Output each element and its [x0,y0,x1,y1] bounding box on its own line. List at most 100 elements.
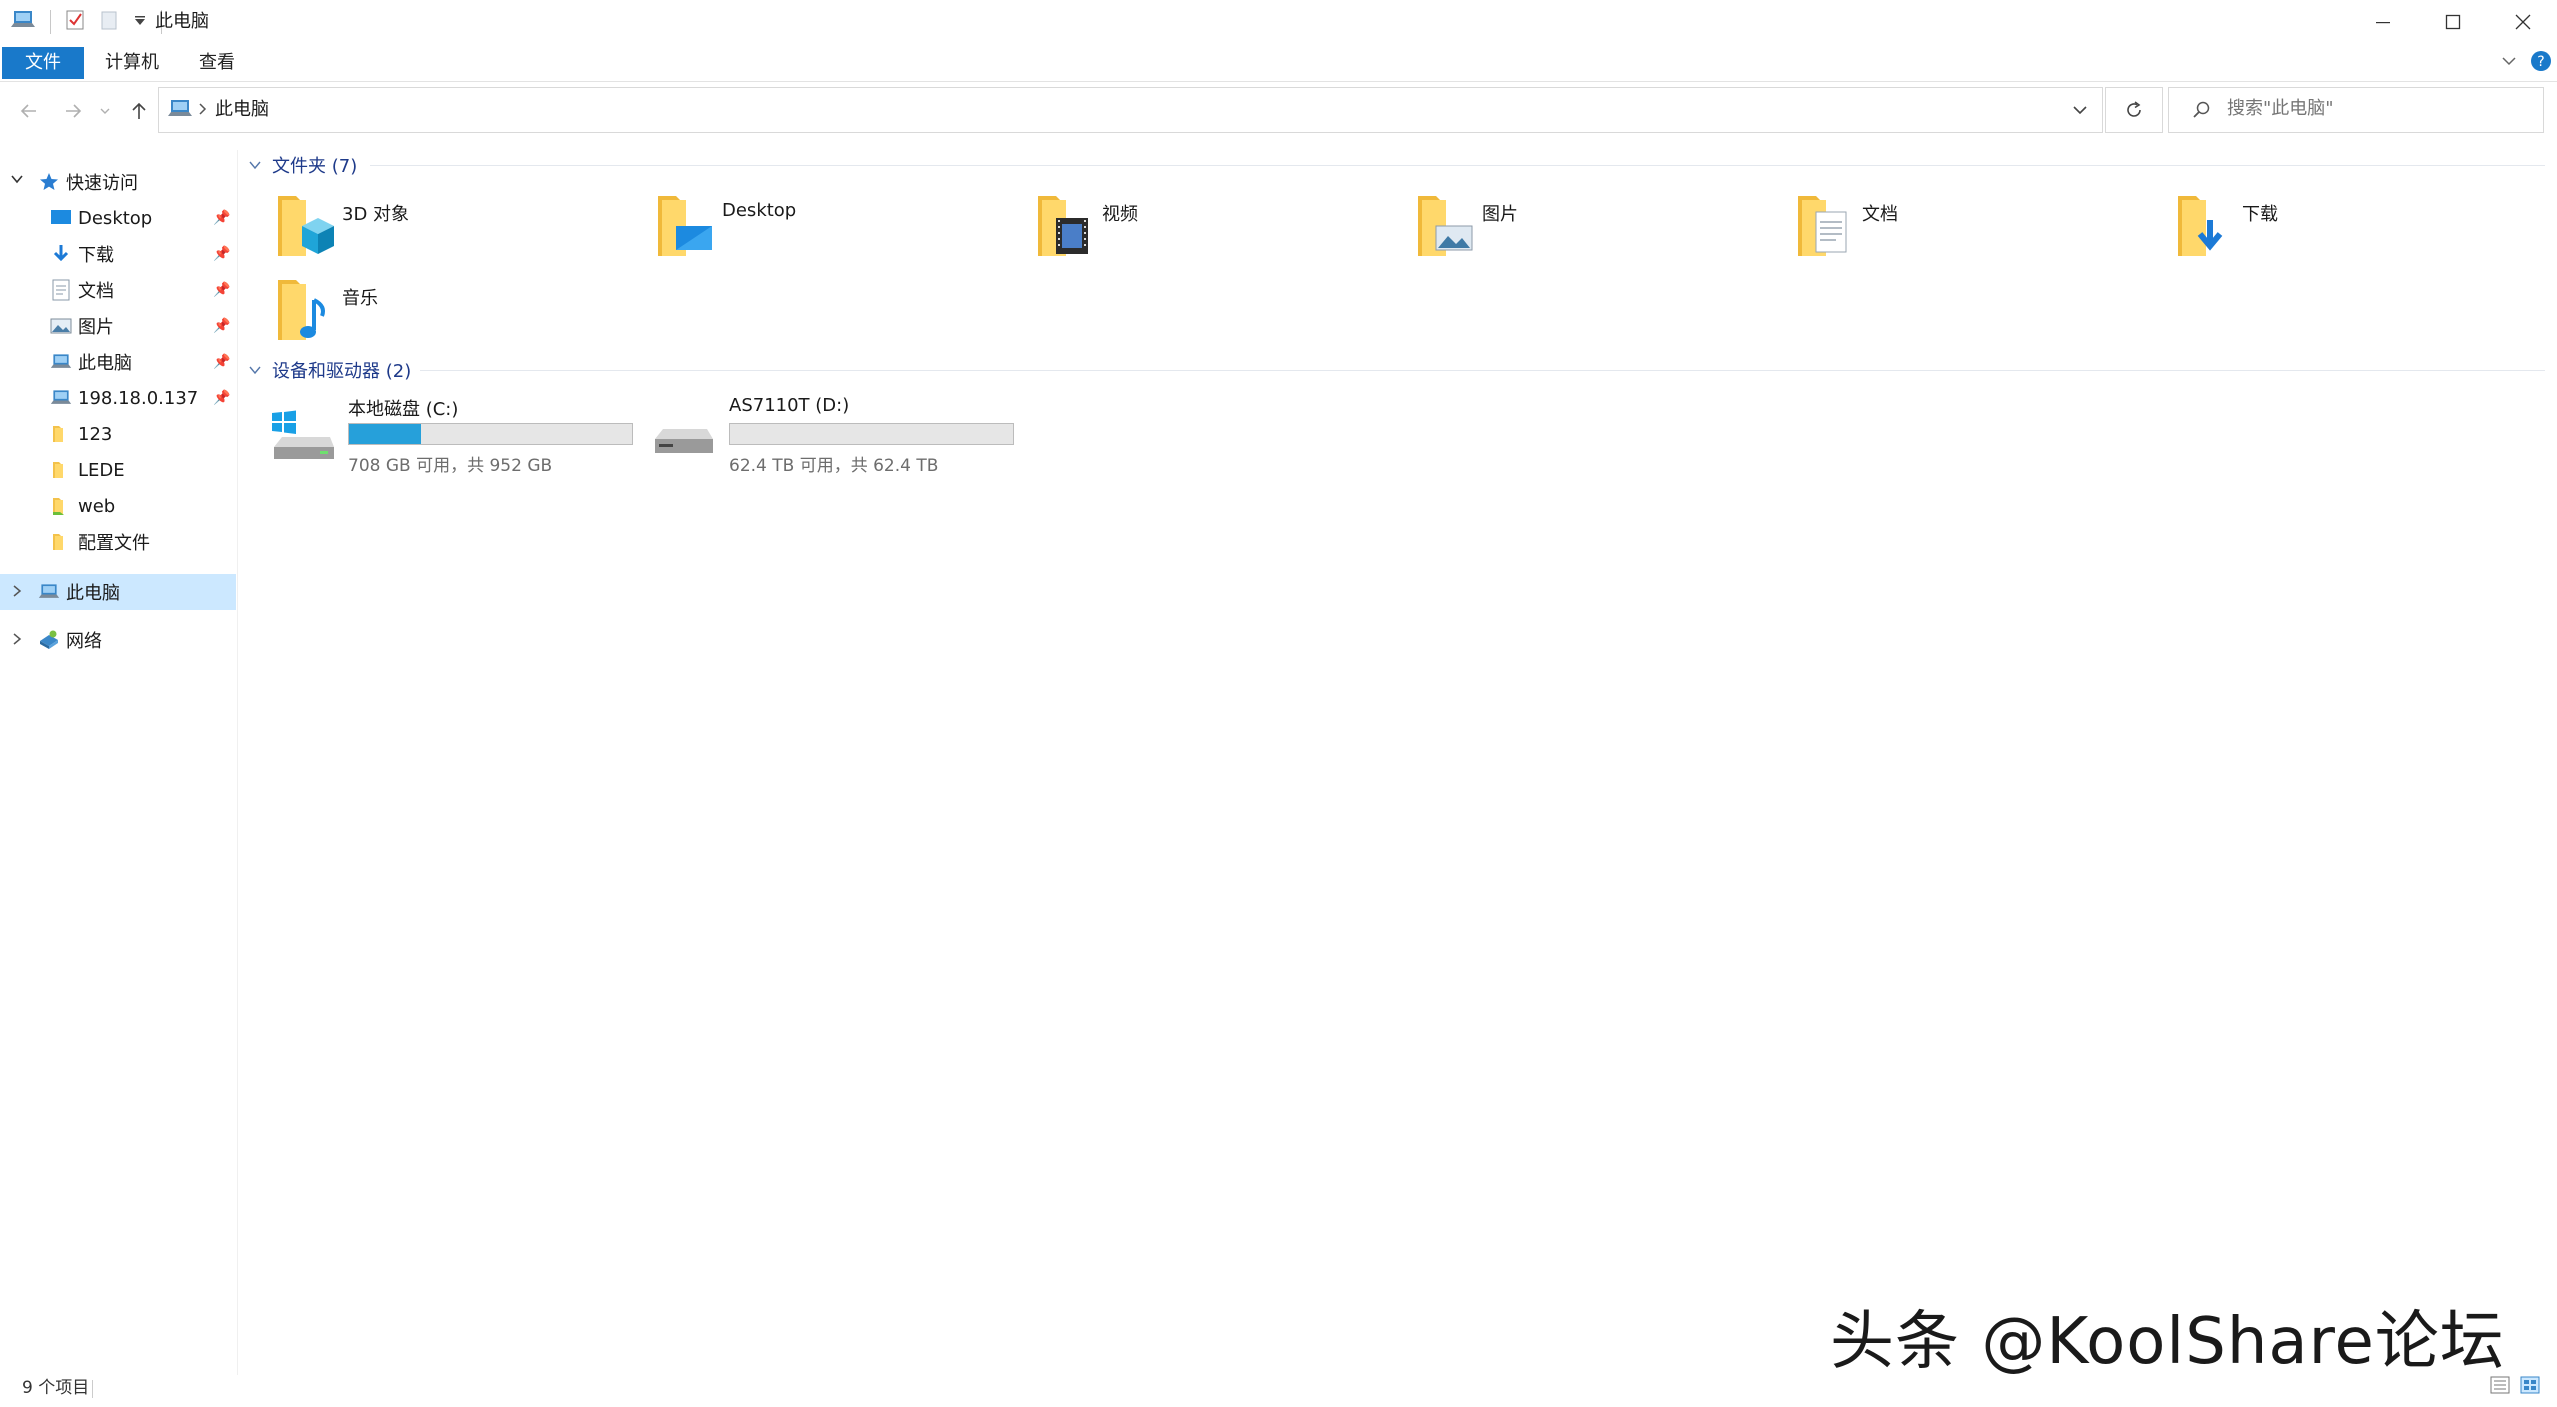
pin-icon[interactable]: 📌 [213,354,230,370]
drive-name: 本地磁盘 (C:) [348,399,459,420]
pictures-folder-icon [1418,196,1473,256]
group-header-label: 文件夹 (7) [272,156,358,177]
tab-computer[interactable]: 计算机 [92,47,172,79]
close-button[interactable] [2488,0,2557,44]
sidebar-item-label: 198.18.0.137 [78,387,199,409]
sidebar-item-network-location[interactable]: 198.18.0.137 📌 [0,380,236,416]
pin-icon[interactable]: 📌 [213,282,230,298]
videos-folder-icon [1038,196,1088,256]
sidebar-item-label: 文档 [78,281,114,302]
computer-icon[interactable] [10,9,36,35]
sidebar-item-folder-lede[interactable]: LEDE [0,452,236,488]
address-history-chevron-icon[interactable] [2071,102,2089,122]
computer-icon [50,351,72,373]
back-button[interactable] [14,96,44,126]
expand-ribbon-chevron-icon[interactable] [2500,52,2518,74]
drive-name: AS7110T (D:) [729,395,850,416]
folders-group-header[interactable]: 文件夹 (7) [248,150,357,180]
sidebar-item-desktop[interactable]: Desktop 📌 [0,200,236,236]
network-icon [38,629,60,651]
sidebar-item-folder-config[interactable]: 配置文件 [0,524,236,560]
large-icons-view-icon[interactable] [2520,1375,2540,1399]
folder-label: 文档 [1862,204,1898,225]
sidebar-item-label: 下载 [78,245,114,266]
sidebar-item-network[interactable]: 网络 [0,622,236,658]
sidebar-item-this-pc[interactable]: 此电脑 [0,574,236,610]
sidebar-item-documents[interactable]: 文档 📌 [0,272,236,308]
navigation-pane: 快速访问 Desktop 📌 下载 📌 文档 📌 图片 📌 此电脑 📌 198.… [0,150,238,1375]
ribbon-tabs: 文件 计算机 查看 ? [0,44,2557,82]
refresh-icon [2127,101,2141,117]
minimize-icon [2376,22,2390,24]
folder-label: Desktop [722,200,797,221]
drive-usage-bar [348,423,633,445]
properties-icon[interactable] [65,9,85,35]
customize-toolbar-chevron-icon[interactable] [133,13,147,32]
sidebar-item-pictures[interactable]: 图片 📌 [0,308,236,344]
recent-locations-button[interactable] [96,96,114,126]
desktop-icon [50,207,72,229]
sidebar-item-label: LEDE [78,459,125,481]
help-icon[interactable]: ? [2530,50,2552,76]
drive-d[interactable]: AS7110T (D:) 62.4 TB 可用，共 62.4 TB [651,395,1031,485]
folder-pictures[interactable]: 图片 [1412,192,1782,272]
forward-button[interactable] [58,96,88,126]
star-icon [38,171,60,193]
pin-icon[interactable]: 📌 [213,210,230,226]
refresh-button[interactable] [2105,87,2163,133]
search-box[interactable] [2168,87,2544,133]
folder-music[interactable]: 音乐 [272,276,642,356]
maximize-icon [2445,14,2461,30]
folder-3d-objects[interactable]: 3D 对象 [272,192,642,272]
sidebar-item-label: web [78,495,116,517]
back-arrow-icon [20,104,36,118]
folder-desktop[interactable]: Desktop [652,192,1022,272]
pin-icon[interactable]: 📌 [213,246,230,262]
folder-icon [50,531,72,553]
sidebar-item-downloads[interactable]: 下载 📌 [0,236,236,272]
folder-label: 3D 对象 [342,204,410,225]
sidebar-item-folder-web[interactable]: web [0,488,236,524]
drive-space: 708 GB 可用，共 952 GB [348,456,553,476]
drive-c[interactable]: 本地磁盘 (C:) 708 GB 可用，共 952 GB [270,395,650,485]
drive-usage-bar [729,423,1014,445]
chevron-right-icon[interactable] [10,632,24,650]
drive-space: 62.4 TB 可用，共 62.4 TB [729,456,939,476]
pin-icon[interactable]: 📌 [213,318,230,334]
folder-label: 下载 [2242,204,2278,225]
tab-file[interactable]: 文件 [2,47,84,79]
sidebar-item-folder-123[interactable]: 123 [0,416,236,452]
sidebar-item-label: 网络 [66,631,102,652]
chevron-right-icon[interactable] [10,584,24,602]
folder-documents[interactable]: 文档 [1792,192,2162,272]
maximize-button[interactable] [2418,0,2488,44]
chevron-down-icon[interactable] [10,172,24,190]
documents-folder-icon [1798,196,1847,256]
folder-label: 图片 [1482,204,1518,225]
folder-label: 视频 [1102,204,1138,225]
svg-text:?: ? [2537,54,2544,70]
folder-icon [50,423,72,445]
3d-objects-folder-icon [278,196,334,256]
up-button[interactable] [124,96,154,126]
computer-icon [38,581,60,603]
address-bar[interactable]: 此电脑 [158,87,2103,133]
tab-view[interactable]: 查看 [182,47,252,79]
search-input[interactable] [2227,98,2527,119]
window-title: 此电脑 [155,11,209,32]
sidebar-item-quick-access[interactable]: 快速访问 [0,164,236,200]
drives-group-header[interactable]: 设备和驱动器 (2) [248,355,411,385]
new-folder-icon[interactable] [99,9,119,35]
download-icon [50,243,72,265]
folder-videos[interactable]: 视频 [1032,192,1402,272]
title-bar: 此电脑 [0,0,2557,44]
breadcrumb-separator-icon[interactable] [197,101,209,121]
sidebar-item-this-pc-pinned[interactable]: 此电脑 📌 [0,344,236,380]
sidebar-item-label: 此电脑 [66,583,120,604]
pin-icon[interactable]: 📌 [213,390,230,406]
minimize-button[interactable] [2348,0,2418,44]
folder-downloads[interactable]: 下载 [2172,192,2542,272]
windows-drive-icon [272,410,334,459]
breadcrumb[interactable]: 此电脑 [215,97,269,123]
network-computer-icon [50,387,72,409]
